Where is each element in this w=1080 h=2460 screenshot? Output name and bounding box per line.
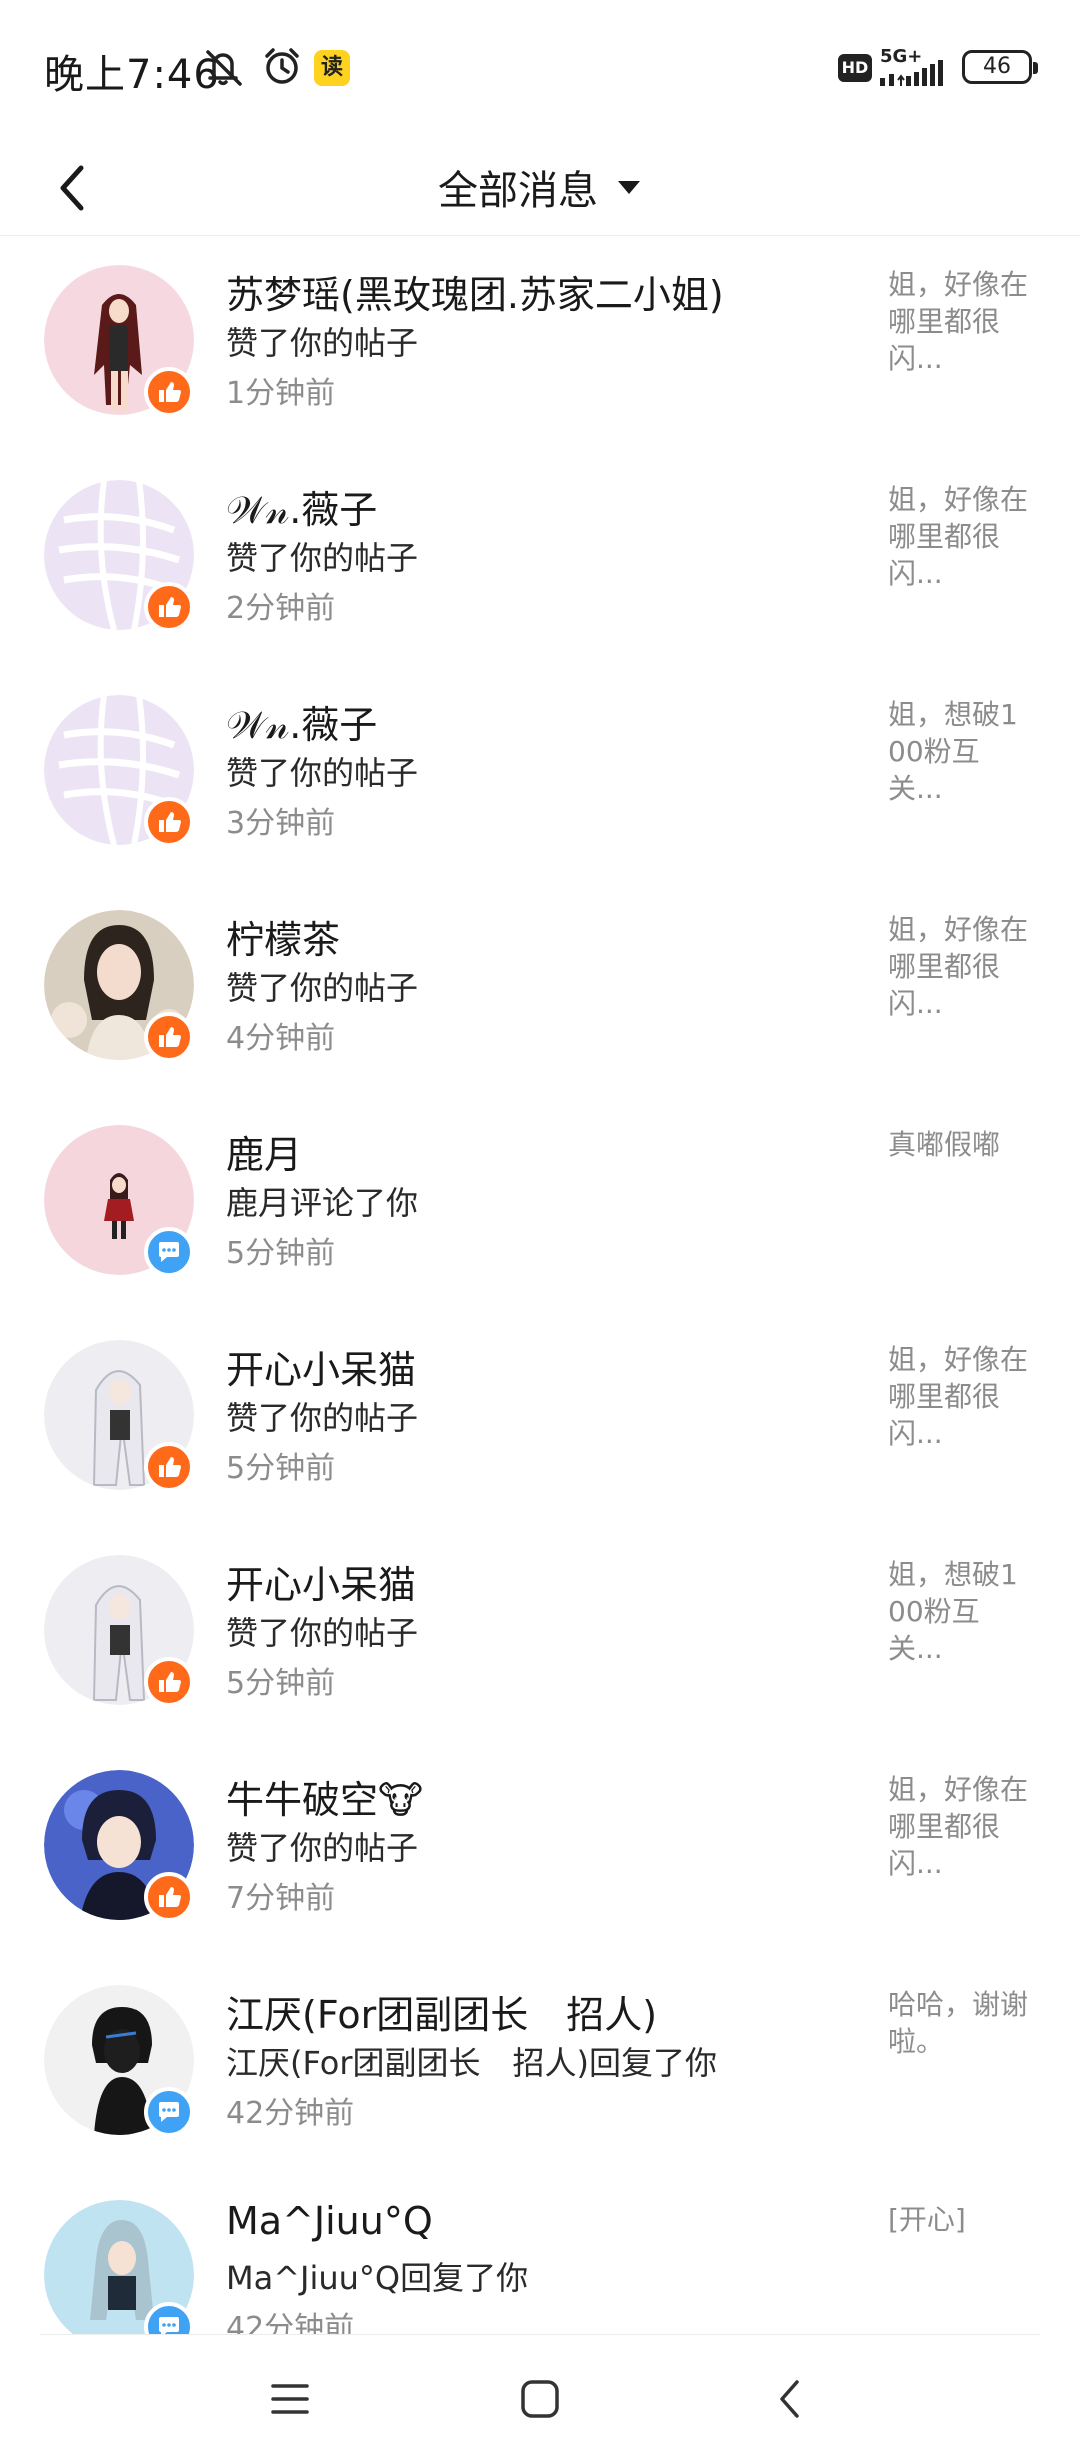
message-action: 赞了你的帖子 (226, 324, 419, 362)
message-row[interactable]: 柠檬茶 赞了你的帖子 4分钟前 姐，好像在哪里都很闪... (0, 881, 1080, 1096)
comment-preview[interactable]: 真嘟假嘟 (888, 1126, 1028, 1163)
recent-apps-button[interactable] (255, 2364, 325, 2434)
message-time: 5分钟前 (226, 1451, 336, 1486)
post-preview[interactable]: 姐，好像在哪里都很闪... (888, 266, 1028, 377)
battery-icon: 46 (962, 50, 1038, 84)
read-app-icon: 读 (314, 50, 350, 86)
message-row[interactable]: 𝒲𝓃.薇子 赞了你的帖子 2分钟前 姐，好像在哪里都很闪... (0, 451, 1080, 666)
sender-name: 牛牛破空🐮 (226, 1778, 423, 1822)
mute-icon (206, 50, 242, 86)
message-filter-dropdown[interactable]: 全部消息 (0, 158, 1080, 216)
like-badge-icon (144, 367, 194, 417)
message-action: 赞了你的帖子 (226, 1399, 419, 1437)
like-badge-icon (144, 582, 194, 632)
top-nav-bar: 全部消息 (0, 140, 1080, 236)
messages-screen: 晚上7:46 读 HD 5G+ 46 全部消息 苏梦瑶(黑玫瑰团.苏家二小姐) … (0, 0, 1080, 2460)
sender-name: 𝒲𝓃.薇子 (226, 703, 378, 747)
sender-name: 苏梦瑶(黑玫瑰团.苏家二小姐) (226, 273, 724, 317)
hd-icon: HD (838, 54, 872, 82)
message-time: 1分钟前 (226, 376, 336, 411)
message-action: 赞了你的帖子 (226, 1614, 419, 1652)
post-preview[interactable]: 姐，想破100粉互关... (888, 696, 1028, 807)
sender-name: 𝒲𝓃.薇子 (226, 488, 378, 532)
like-badge-icon (144, 1872, 194, 1922)
message-action: 赞了你的帖子 (226, 969, 419, 1007)
message-action: 赞了你的帖子 (226, 1829, 419, 1867)
message-time: 42分钟前 (226, 2096, 355, 2131)
message-row[interactable]: 苏梦瑶(黑玫瑰团.苏家二小姐) 赞了你的帖子 1分钟前 姐，好像在哪里都很闪..… (0, 236, 1080, 451)
reply-preview[interactable]: [开心] (888, 2201, 1028, 2238)
message-row[interactable]: Ma^Jiuu°Q Ma^Jiuu°Q回复了你 42分钟前 [开心] (0, 2171, 1080, 2334)
message-row[interactable]: 牛牛破空🐮 赞了你的帖子 7分钟前 姐，好像在哪里都很闪... (0, 1741, 1080, 1956)
page-title: 全部消息 (438, 168, 598, 214)
sender-name: Ma^Jiuu°Q (226, 2199, 433, 2243)
message-row[interactable]: 开心小呆猫 赞了你的帖子 5分钟前 姐，好像在哪里都很闪... (0, 1311, 1080, 1526)
message-row[interactable]: 鹿月 鹿月评论了你 5分钟前 真嘟假嘟 (0, 1096, 1080, 1311)
message-time: 5分钟前 (226, 1666, 336, 1701)
sender-name: 开心小呆猫 (226, 1563, 417, 1607)
post-preview[interactable]: 姐，好像在哪里都很闪... (888, 481, 1028, 592)
message-row[interactable]: 江厌(For团副团长 招人) 江厌(For团副团长 招人)回复了你 42分钟前 … (0, 1956, 1080, 2171)
signal-icon (880, 60, 943, 86)
message-time: 7分钟前 (226, 1881, 336, 1916)
post-preview[interactable]: 姐，好像在哪里都很闪... (888, 911, 1028, 1022)
system-back-button[interactable] (755, 2364, 825, 2434)
like-badge-icon (144, 797, 194, 847)
sender-name: 柠檬茶 (226, 918, 341, 962)
message-action: Ma^Jiuu°Q回复了你 (226, 2259, 529, 2297)
like-badge-icon (144, 1442, 194, 1492)
sender-name: 开心小呆猫 (226, 1348, 417, 1392)
status-bar: 晚上7:46 读 HD 5G+ 46 (0, 0, 1080, 140)
message-list[interactable]: 苏梦瑶(黑玫瑰团.苏家二小姐) 赞了你的帖子 1分钟前 姐，好像在哪里都很闪..… (0, 236, 1080, 2334)
status-time: 晚上7:46 (44, 52, 220, 98)
message-action: 鹿月评论了你 (226, 1184, 419, 1222)
message-action: 赞了你的帖子 (226, 754, 419, 792)
post-preview[interactable]: 姐，好像在哪里都很闪... (888, 1771, 1028, 1882)
sender-name: 鹿月 (226, 1133, 303, 1177)
message-time: 3分钟前 (226, 806, 336, 841)
post-preview[interactable]: 姐，想破100粉互关... (888, 1556, 1028, 1667)
alarm-icon (265, 48, 299, 84)
caret-down-icon (618, 181, 640, 194)
message-time: 4分钟前 (226, 1021, 336, 1056)
message-time: 5分钟前 (226, 1236, 336, 1271)
comment-badge-icon (144, 1227, 194, 1277)
home-icon (521, 2380, 559, 2418)
message-time: 42分钟前 (226, 2311, 355, 2334)
comment-badge-icon (144, 2087, 194, 2137)
like-badge-icon (144, 1657, 194, 1707)
message-action: 江厌(For团副团长 招人)回复了你 (226, 2044, 717, 2082)
system-nav-bar (0, 2334, 1080, 2460)
message-row[interactable]: 𝒲𝓃.薇子 赞了你的帖子 3分钟前 姐，想破100粉互关... (0, 666, 1080, 881)
message-time: 2分钟前 (226, 591, 336, 626)
like-badge-icon (144, 1012, 194, 1062)
message-action: 赞了你的帖子 (226, 539, 419, 577)
reply-preview[interactable]: 哈哈，谢谢啦。 (888, 1986, 1028, 2060)
home-button[interactable] (505, 2364, 575, 2434)
nav-divider (40, 2334, 1040, 2335)
menu-icon (271, 2384, 309, 2414)
back-icon (780, 2380, 799, 2418)
post-preview[interactable]: 姐，好像在哪里都很闪... (888, 1341, 1028, 1452)
message-row[interactable]: 开心小呆猫 赞了你的帖子 5分钟前 姐，想破100粉互关... (0, 1526, 1080, 1741)
sender-name: 江厌(For团副团长 招人) (226, 1993, 658, 2037)
